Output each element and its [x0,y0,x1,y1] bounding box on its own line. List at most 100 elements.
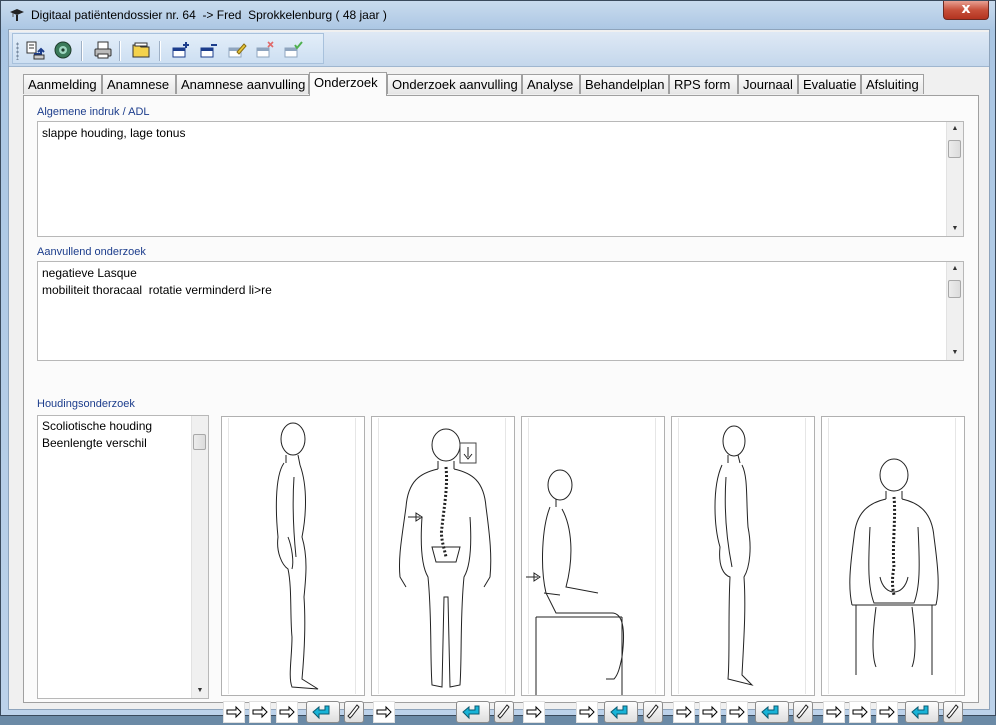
lateral-standing-illustration-2 [714,425,754,686]
additional-exam-memo[interactable]: negatieve Lasque mobiliteit thoracaal ro… [37,261,964,361]
memo-line: slappe houding, lage tonus [42,126,186,140]
tool-button[interactable] [344,701,364,723]
seated-figure[interactable] [521,416,665,696]
right-arrow-icon [729,705,745,719]
arrow-button[interactable] [373,701,395,723]
tab-anamnese[interactable]: Anamnese [102,74,176,94]
onderzoek-panel: Algemene indruk / ADL slappe houding, la… [23,95,979,723]
folder-icon[interactable] [131,40,151,60]
scroll-down-icon[interactable]: ▼ [192,684,208,698]
wrench-icon [646,704,659,719]
right-arrow-icon [702,705,718,719]
app-window: Digitaal patiëntendossier nr. 64 -> Fred… [0,0,996,723]
list-item[interactable]: Scoliotische houding [42,419,152,433]
vertical-scrollbar[interactable]: ▲ ▼ [946,262,963,360]
edit-record-icon[interactable] [227,40,247,60]
right-arrow-icon [252,705,268,719]
tool-button[interactable] [643,701,663,723]
title-bar[interactable]: Digitaal patiëntendossier nr. 64 -> Fred… [1,1,995,29]
toolbar-grip[interactable] [16,42,19,60]
arrow-button[interactable] [276,701,298,723]
arrow-button[interactable] [673,701,695,723]
wrench-icon [946,704,959,719]
tab-aanmelding[interactable]: Aanmelding [23,74,102,94]
return-button[interactable] [306,701,340,723]
tab-behandelplan[interactable]: Behandelplan [580,74,669,94]
memo-line: mobiliteit thoracaal rotatie verminderd … [42,283,272,297]
right-arrow-icon [526,705,542,719]
print-icon[interactable] [93,40,113,60]
vertical-scrollbar[interactable]: ▲ ▼ [946,122,963,236]
tab-rps-form[interactable]: RPS form [669,74,738,94]
return-button[interactable] [604,701,638,723]
return-icon [911,705,929,720]
scroll-thumb[interactable] [193,434,206,450]
arrow-button[interactable] [876,701,898,723]
wrench-icon [497,704,510,719]
arrow-button[interactable] [249,701,271,723]
right-arrow-icon [279,705,295,719]
scroll-thumb[interactable] [948,280,961,298]
return-button[interactable] [755,701,789,723]
right-arrow-icon [526,572,541,582]
import-icon[interactable] [25,40,45,60]
tab-journaal[interactable]: Journaal [738,74,798,94]
arrow-button[interactable] [849,701,871,723]
right-arrow-icon [226,705,242,719]
close-button[interactable]: x [943,1,989,20]
tab-onderzoek-aanvulling[interactable]: Onderzoek aanvulling [387,74,522,94]
scroll-down-icon[interactable]: ▼ [947,222,963,236]
tab-anamnese-aanvulling[interactable]: Anamnese aanvulling [176,74,309,94]
arrow-button[interactable] [726,701,748,723]
right-arrow-icon [579,705,595,719]
list-item[interactable]: Beenlengte verschil [42,436,147,450]
tab-analyse[interactable]: Analyse [522,74,580,94]
additional-exam-label: Aanvullend onderzoek [37,246,146,258]
add-record-icon[interactable] [171,40,191,60]
tool-button[interactable] [793,701,813,723]
window-title: Digitaal patiëntendossier nr. 64 -> Fred… [31,8,387,22]
right-arrow-icon [879,705,895,719]
delete-record-icon[interactable] [255,40,275,60]
toolbar [12,33,324,64]
tab-onderzoek[interactable]: Onderzoek [309,72,387,96]
arrow-button[interactable] [523,701,545,723]
gear-icon[interactable] [53,40,73,60]
scroll-up-icon[interactable]: ▲ [947,262,963,276]
return-icon [610,705,628,720]
scroll-up-icon[interactable] [192,416,208,417]
return-button[interactable] [905,701,939,723]
arrow-button[interactable] [223,701,245,723]
scroll-thumb[interactable] [948,140,961,158]
arrow-button[interactable] [823,701,845,723]
lateral-standing-figure[interactable] [221,416,365,696]
lateral-standing-illustration [275,422,319,690]
right-arrow-icon [676,705,692,719]
client-area: Aanmelding Anamnese Anamnese aanvulling … [8,29,990,723]
arrow-button[interactable] [699,701,721,723]
wrench-icon [347,704,360,719]
posture-exam-label: Houdingsonderzoek [37,398,135,410]
remove-record-icon[interactable] [199,40,219,60]
toolbar-separator [159,41,161,61]
memo-line: negatieve Lasque [42,266,137,280]
scroll-up-icon[interactable]: ▲ [947,122,963,136]
return-button[interactable] [456,701,490,723]
tool-button[interactable] [943,701,963,723]
confirm-record-icon[interactable] [283,40,303,60]
scroll-down-icon[interactable]: ▼ [947,346,963,360]
posture-list[interactable]: Scoliotische houding Beenlengte verschil… [37,415,209,699]
right-arrow-icon [826,705,842,719]
tool-button[interactable] [494,701,514,723]
right-arrow-icon [376,705,392,719]
arrow-button[interactable] [576,701,598,723]
close-icon: x [961,1,971,17]
seated-posterior-figure[interactable] [821,416,965,696]
general-impression-memo[interactable]: slappe houding, lage tonus ▲ ▼ [37,121,964,237]
vertical-scrollbar[interactable]: ▼ [191,416,208,698]
right-arrow-icon [408,512,423,522]
tab-afsluiting[interactable]: Afsluiting [861,74,924,94]
tab-evaluatie[interactable]: Evaluatie [798,74,861,94]
posterior-spine-figure[interactable] [371,416,515,696]
lateral-standing-figure-2[interactable] [671,416,815,696]
